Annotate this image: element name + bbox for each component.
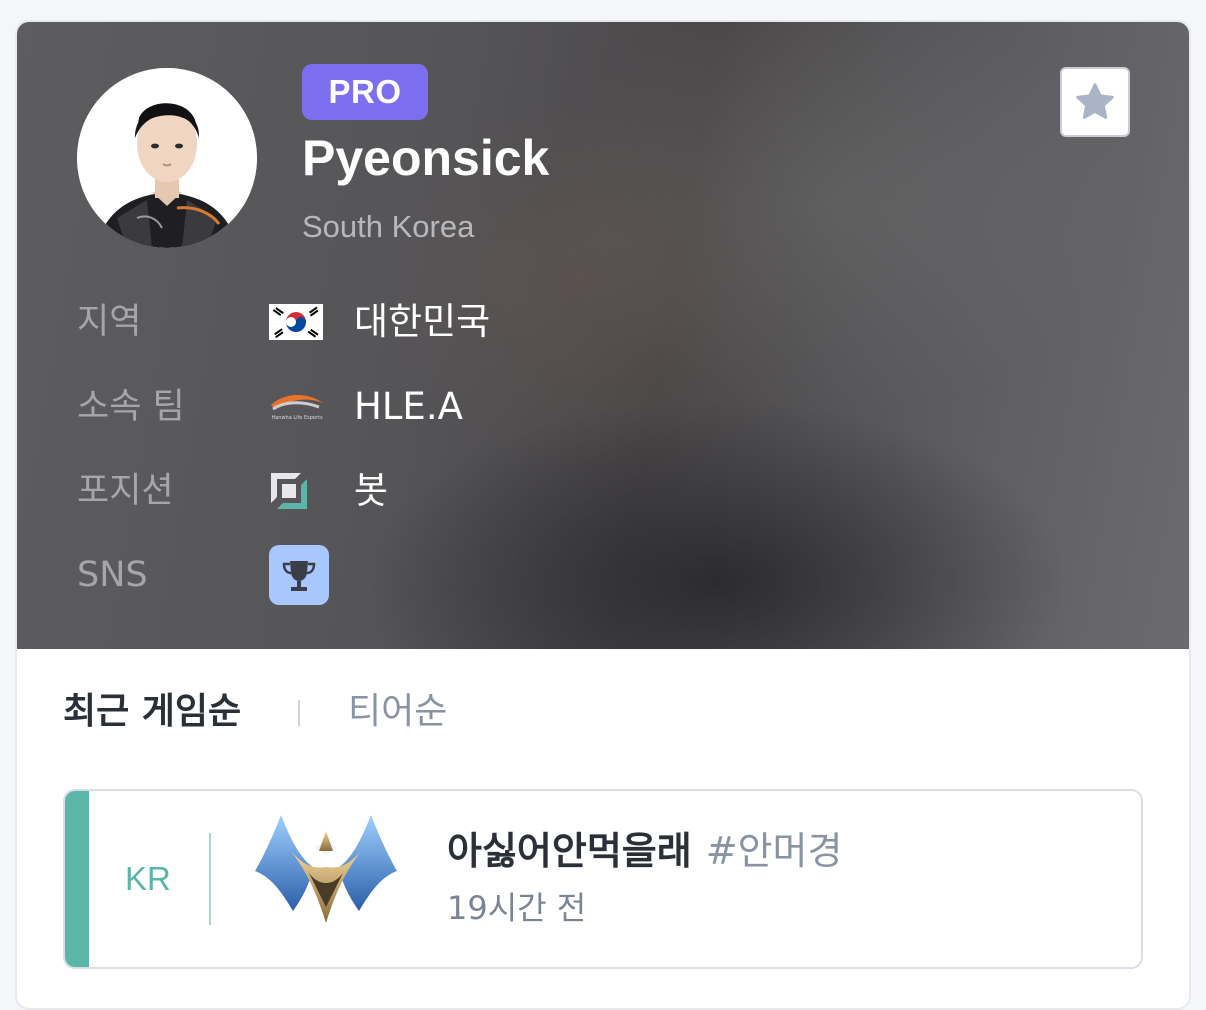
last-played-time: 19시간 전 bbox=[447, 889, 587, 927]
accent-bar bbox=[65, 791, 89, 967]
player-avatar bbox=[77, 68, 257, 248]
trophy-icon[interactable] bbox=[269, 545, 329, 605]
info-label: 포지션 bbox=[77, 471, 174, 511]
tab-divider bbox=[298, 700, 300, 726]
summoner-name[interactable]: 아싫어안먹을래 bbox=[447, 829, 692, 873]
tab-tier[interactable]: 티어순 bbox=[348, 682, 447, 742]
info-value-region: 대한민국 bbox=[354, 300, 491, 343]
summoner-tag: #안머경 bbox=[705, 829, 843, 873]
sort-tabs: 최근 게임순 티어순 bbox=[63, 682, 663, 742]
summoner-id[interactable]: 아싫어안먹을래 #안머경 bbox=[447, 821, 842, 889]
info-value-position: 봇 bbox=[354, 469, 389, 512]
divider bbox=[209, 833, 211, 925]
profile-header: PRO Pyeonsick South Korea 지역 대한민국 소속 팀 H… bbox=[17, 22, 1189, 649]
info-row-sns: SNS bbox=[77, 545, 677, 605]
info-label: 소속 팀 bbox=[77, 387, 185, 427]
sns-link[interactable] bbox=[269, 545, 329, 605]
bot-position-icon bbox=[269, 461, 309, 521]
info-row-team: 소속 팀 Hanwha Life Esports HLE.A bbox=[77, 377, 677, 437]
favorite-button[interactable] bbox=[1060, 67, 1130, 137]
challenger-emblem-icon bbox=[251, 811, 401, 931]
hle-team-logo[interactable]: Hanwha Life Esports bbox=[269, 377, 325, 437]
tab-recent-games[interactable]: 최근 게임순 bbox=[63, 682, 241, 742]
korea-flag-icon bbox=[269, 292, 323, 352]
player-country: South Korea bbox=[302, 209, 475, 244]
info-label: SNS bbox=[77, 555, 148, 595]
info-label: 지역 bbox=[77, 302, 142, 342]
pro-badge: PRO bbox=[302, 64, 428, 120]
info-row-region: 지역 대한민국 bbox=[77, 292, 677, 352]
info-value-team[interactable]: HLE.A bbox=[354, 377, 463, 437]
info-row-position: 포지션 봇 bbox=[77, 461, 677, 521]
account-list-item[interactable]: KR 아싫어안먹을래 #안머경 19시간 전 bbox=[63, 789, 1143, 969]
account-region: KR bbox=[125, 860, 171, 897]
player-profile-card: PRO Pyeonsick South Korea 지역 대한민국 소속 팀 H… bbox=[15, 20, 1191, 1010]
svg-text:Hanwha Life Esports: Hanwha Life Esports bbox=[271, 415, 323, 421]
star-icon bbox=[1076, 83, 1114, 119]
player-name: Pyeonsick bbox=[302, 130, 550, 186]
